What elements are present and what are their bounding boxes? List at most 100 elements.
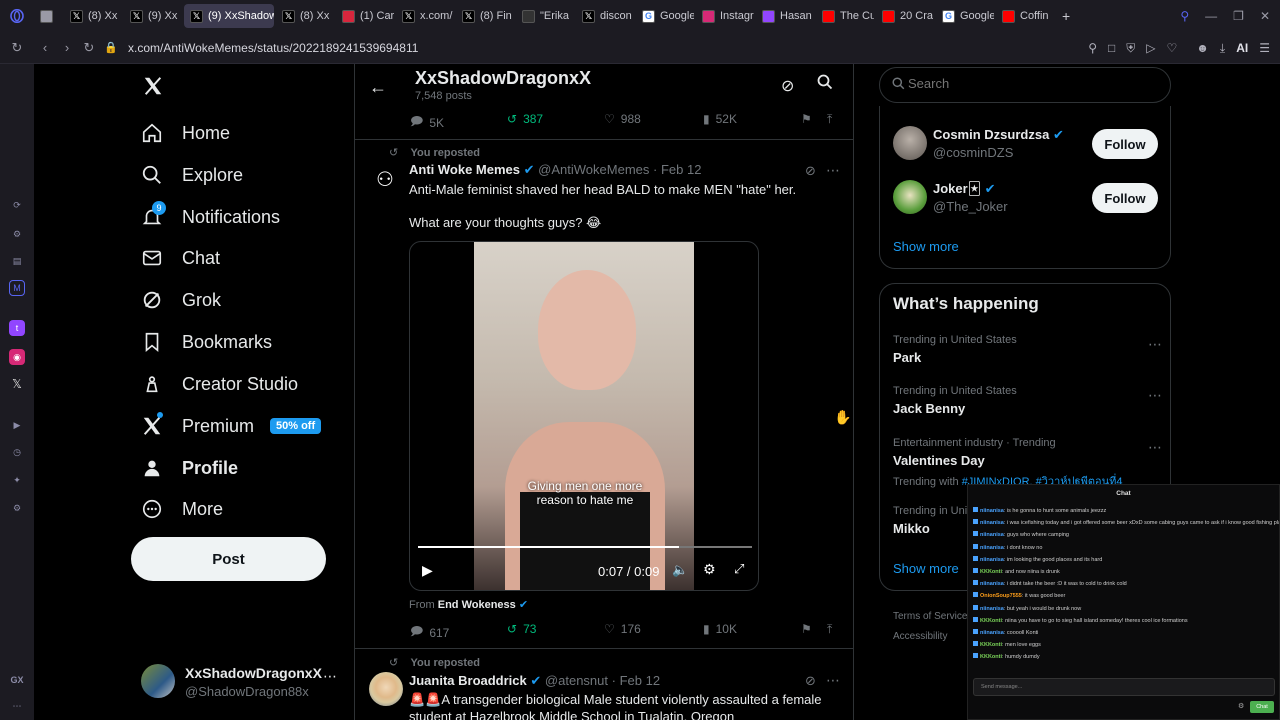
ai-icon[interactable]: AI	[1236, 41, 1248, 55]
chat-username[interactable]: niinanisa	[980, 532, 1004, 538]
bookmark-icon[interactable]: ⚑	[801, 622, 812, 636]
author-name[interactable]: Juanita Broaddrick	[409, 673, 527, 688]
chat-username[interactable]: KKKonti	[980, 569, 1002, 575]
robot-icon[interactable]: ⚙	[9, 226, 25, 242]
chat-username[interactable]: niinanisa	[980, 606, 1004, 612]
search-input[interactable]	[908, 76, 1158, 91]
aria-icon[interactable]: ⟳	[9, 197, 25, 213]
back-icon[interactable]: ‹	[34, 40, 56, 55]
grok-post-icon[interactable]: ⊘	[805, 163, 816, 179]
browser-tab[interactable]: 𝕏 (9) Xx	[124, 4, 182, 28]
browser-tab[interactable]: 𝕏discon	[576, 4, 634, 28]
follow-name[interactable]: Joker🃏 ✔	[933, 181, 996, 197]
account-switcher[interactable]: XxShadowDragonxX @ShadowDragon88x ⋯	[141, 664, 341, 700]
show-more-link[interactable]: Show more	[893, 239, 959, 254]
search-box[interactable]	[879, 67, 1171, 103]
browser-tab[interactable]: Coffin	[996, 4, 1054, 28]
post-author[interactable]: Juanita Broaddrick ✔ @atensnut · Feb 12	[409, 673, 660, 689]
chat-username[interactable]: niinanisa	[980, 508, 1004, 514]
author-handle[interactable]: @AntiWokeMemes	[538, 162, 649, 177]
reply-stat[interactable]: 🗩 5K	[410, 112, 444, 133]
reply-stat[interactable]: 🗩 617	[410, 622, 449, 643]
menu-icon[interactable]: ☰	[1259, 41, 1270, 55]
close-window-icon[interactable]: ✕	[1260, 9, 1270, 23]
avatar[interactable]: ⚇	[371, 164, 399, 194]
chat-input[interactable]: Send message...	[973, 678, 1275, 696]
player-sidebar-icon[interactable]: ▶	[9, 417, 25, 433]
nav-item-profile[interactable]: Profile	[140, 450, 238, 486]
chat-username[interactable]: niinanisa	[980, 630, 1004, 636]
post-date[interactable]: Feb 12	[661, 162, 701, 177]
trend-item[interactable]: Entertainment industry · Trending Valent…	[893, 437, 1163, 490]
browser-tab[interactable]: G Google	[936, 4, 994, 28]
post-more-icon[interactable]: ⋯	[826, 162, 840, 179]
grok-header-icon[interactable]: ⊘	[781, 76, 794, 96]
browser-tab[interactable]: G Google	[636, 4, 694, 28]
chat-settings-icon[interactable]: ⚙	[1238, 702, 1244, 710]
video-progress-track[interactable]	[418, 546, 752, 548]
post-date[interactable]: Feb 12	[620, 673, 660, 688]
nav-item-premium[interactable]: Premium 50% off	[140, 408, 322, 444]
share-icon[interactable]: ⤒	[827, 622, 832, 637]
chat-username[interactable]: niinanisa	[980, 545, 1004, 551]
maximize-icon[interactable]: ❐	[1233, 9, 1244, 23]
heart-icon[interactable]: ♡	[1167, 41, 1178, 55]
pin-icon[interactable]: ⚲	[1088, 41, 1097, 55]
account-icon[interactable]: ☻	[1196, 41, 1209, 55]
minimize-icon[interactable]: —	[1205, 9, 1217, 23]
opera-logo-icon[interactable]	[0, 9, 34, 23]
player-icon[interactable]: ▷	[1146, 41, 1155, 55]
new-tab-button[interactable]: +	[1062, 8, 1070, 24]
notes-icon[interactable]: ▤	[9, 253, 25, 269]
chat-username[interactable]: niinanisa	[980, 557, 1004, 563]
show-more-link[interactable]: Show more	[893, 561, 959, 576]
browser-tab[interactable]: (1) Car	[336, 4, 394, 28]
browser-tab[interactable]: Hasan	[756, 4, 814, 28]
account-more-icon[interactable]: ⋯	[323, 668, 337, 685]
x-app-icon[interactable]: 𝕏	[9, 376, 25, 392]
nav-item-more[interactable]: More	[140, 491, 223, 527]
url-field[interactable]: x.com/AntiWokeMemes/status/2022189241539…	[128, 41, 418, 55]
follow-name[interactable]: Cosmin Dzsurdzsa ✔	[933, 127, 1064, 143]
sidebar-more-icon[interactable]: ⋯	[9, 698, 25, 714]
trend-more-icon[interactable]: ⋯	[1148, 387, 1163, 404]
browser-tab[interactable]: 𝕏 (9) XxShadow	[184, 4, 274, 28]
browser-tab[interactable]: "Erika	[516, 4, 574, 28]
trend-more-icon[interactable]: ⋯	[1148, 439, 1163, 456]
chat-username[interactable]: KKKonti	[980, 642, 1002, 648]
shield-icon[interactable]: ⛨	[1126, 41, 1135, 56]
reload-icon[interactable]: ↻	[78, 40, 100, 56]
share-icon[interactable]: ⤒	[827, 112, 832, 127]
reload-sidebar-icon[interactable]: ↻	[0, 40, 34, 56]
chat-send-button[interactable]: Chat	[1250, 701, 1274, 713]
search-header-icon[interactable]	[817, 74, 833, 95]
search-tabs-icon[interactable]: ⚲	[1180, 9, 1189, 23]
browser-tab[interactable]: 𝕏 (8) Xx	[276, 4, 334, 28]
trend-item[interactable]: Trending in United States Park ⋯	[893, 334, 1163, 365]
nav-item-bookmarks[interactable]: Bookmarks	[140, 324, 272, 360]
from-source[interactable]: End Wokeness	[438, 599, 516, 611]
play-icon[interactable]: ▶	[422, 562, 433, 579]
post-author[interactable]: Anti Woke Memes ✔ @AntiWokeMemes · Feb 1…	[409, 162, 701, 178]
chat-username[interactable]: niinanisa	[980, 581, 1004, 587]
like-stat[interactable]: ♡ 176	[604, 622, 641, 636]
avatar[interactable]	[893, 180, 927, 214]
fullscreen-icon[interactable]: ⤢	[734, 561, 744, 577]
gx-icon[interactable]: GX	[9, 672, 25, 688]
browser-tab[interactable]: 𝕏 (8) Fin	[456, 4, 514, 28]
bookmark-icon[interactable]: ⚑	[801, 112, 812, 126]
x-logo-icon[interactable]	[142, 75, 164, 102]
views-stat[interactable]: ▮ 52K	[703, 112, 737, 126]
nav-item-explore[interactable]: Explore	[140, 157, 243, 193]
m-app-icon[interactable]: M	[9, 280, 25, 296]
author-handle[interactable]: @atensnut	[545, 673, 608, 688]
grok-post-icon[interactable]: ⊘	[805, 673, 816, 689]
avatar[interactable]	[369, 672, 403, 706]
download-icon[interactable]: ⤓	[1220, 41, 1225, 56]
video-player[interactable]: Giving men one more reason to hate me ▶ …	[409, 241, 759, 591]
instagram-icon[interactable]: ◉	[9, 349, 25, 365]
avatar[interactable]	[893, 126, 927, 160]
browser-tab[interactable]: The Cu	[816, 4, 874, 28]
post-button[interactable]: Post	[131, 537, 326, 581]
nav-item-home[interactable]: Home	[140, 115, 230, 151]
